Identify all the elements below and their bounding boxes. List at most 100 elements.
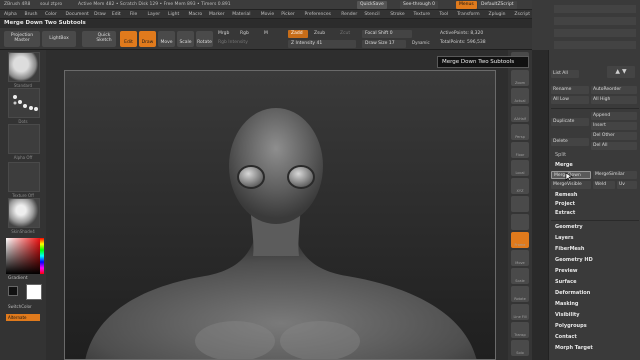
color-picker[interactable] [6,238,40,274]
focal-shift-slider[interactable]: Focal Shift 0 [362,30,412,38]
tool-section-surface[interactable]: Surface [555,279,577,285]
switch-color-button[interactable]: SwitchColor [8,304,32,309]
rotate-button[interactable]: Rotate [196,31,213,47]
viewport-tool-icon[interactable] [511,196,529,212]
project-section[interactable]: Project [555,201,575,207]
tool-section-preview[interactable]: Preview [555,268,578,274]
menu-item-render[interactable]: Render [341,12,357,17]
merge-section[interactable]: Merge [555,162,573,168]
viewport-tool-icon[interactable] [511,214,529,230]
menu-item-preferences[interactable]: Preferences [305,12,331,17]
menu-item-zplugin[interactable]: Zplugin [489,12,506,17]
texture-thumbnail[interactable] [8,162,40,192]
see-through-slider[interactable]: See-through 0 [400,1,438,9]
insert-button[interactable]: Insert [591,122,637,130]
tool-section-fibermesh[interactable]: FiberMesh [555,246,584,252]
default-zscript-button[interactable]: DefaultZScript [478,1,517,9]
extract-section[interactable]: Extract [555,210,575,216]
del-other-button[interactable]: Del Other [591,132,637,140]
draw-size-slider[interactable]: Draw Size 17 [362,40,406,48]
list-all-button[interactable]: List All [551,70,579,78]
rgb-intensity-slider[interactable]: Rgb Intensity [218,40,248,45]
menu-item-stencil[interactable]: Stencil [364,12,379,17]
stroke-thumbnail[interactable] [8,88,40,118]
append-button[interactable]: Append [591,112,637,120]
rgb-button[interactable]: Rgb [240,31,249,36]
divider [551,108,639,109]
z-intensity-slider[interactable]: Z Intensity 41 [288,40,356,48]
menu-item-movie[interactable]: Movie [261,12,274,17]
tool-section-contact[interactable]: Contact [555,334,577,340]
uv-button[interactable]: Uv [617,181,637,189]
zsub-button[interactable]: Zsub [314,31,325,36]
tool-section-layers[interactable]: Layers [555,235,574,241]
m-button[interactable]: M [264,31,268,36]
menu-item-layer[interactable]: Layer [148,12,161,17]
merge-similar-button[interactable]: MergeSimilar [593,171,637,179]
all-low-button[interactable]: All Low [551,96,589,104]
tool-section-deformation[interactable]: Deformation [555,290,590,296]
subtool-slot[interactable] [554,17,636,25]
duplicate-button[interactable]: Duplicate [551,118,589,126]
tool-section-masking[interactable]: Masking [555,301,579,307]
tool-section-polygroups[interactable]: Polygroups [555,323,587,329]
arrow-controls[interactable]: ▲ ▼ [607,66,635,78]
tool-section-visibility[interactable]: Visibility [555,312,580,318]
menu-item-file[interactable]: File [130,12,138,17]
menu-item-picker[interactable]: Picker [281,12,294,17]
menu-item-brush[interactable]: Brush [25,12,38,17]
draw-button[interactable]: Draw [139,31,156,47]
menu-item-draw[interactable]: Draw [94,12,106,17]
zadd-button[interactable]: Zadd [288,30,308,38]
menu-item-alpha[interactable]: Alpha [4,12,17,17]
alpha-thumbnail[interactable] [8,124,40,154]
dynamic-toggle[interactable]: Dynamic [412,40,430,45]
split-section[interactable]: Split [555,152,566,158]
menu-item-marker[interactable]: Marker [209,12,225,17]
lightbox-button[interactable]: LightBox [42,31,76,47]
secondary-color-swatch[interactable] [8,286,18,296]
rename-button[interactable]: Rename [551,86,589,94]
all-high-button[interactable]: All High [591,96,637,104]
zcut-button[interactable]: Zcut [340,31,350,36]
projection-master-button[interactable]: Projection Master [4,31,40,47]
weld-button[interactable]: Weld [593,181,615,189]
gradient-toggle[interactable]: Gradient [8,276,28,281]
subtool-slot[interactable] [554,41,636,49]
menu-item-stroke[interactable]: Stroke [390,12,404,17]
delete-button[interactable]: Delete [551,138,589,146]
menu-item-tool[interactable]: Tool [439,12,448,17]
subtool-slot[interactable] [554,5,636,13]
menu-item-document[interactable]: Document [66,12,89,17]
main-color-swatch[interactable] [26,284,42,300]
subtool-slot[interactable] [554,29,636,37]
menu-item-edit[interactable]: Edit [112,12,121,17]
mrgb-button[interactable]: Mrgb [218,31,229,36]
remesh-section[interactable]: Remesh [555,192,577,198]
alternate-button[interactable]: Alternate [6,314,40,321]
autoreorder-button[interactable]: AutoReorder [591,86,637,94]
scale-button[interactable]: Scale [177,31,194,47]
tool-section-geometry-hd[interactable]: Geometry HD [555,257,593,263]
menu-item-material[interactable]: Material [232,12,250,17]
menu-item-texture[interactable]: Texture [414,12,430,17]
document-canvas[interactable] [64,70,496,360]
tool-section-morph-target[interactable]: Morph Target [555,345,593,351]
hue-slider[interactable] [40,238,44,274]
brush-thumbnail[interactable] [8,52,40,82]
menu-item-color[interactable]: Color [45,12,57,17]
del-all-button[interactable]: Del All [591,142,637,150]
menu-item-light[interactable]: Light [168,12,179,17]
quick-sketch-button[interactable]: Quick Sketch [82,31,116,47]
menus-button[interactable]: Menus [456,1,477,9]
quicksave-button[interactable]: QuickSave [357,1,387,9]
edit-button[interactable]: Edit [120,31,137,47]
move-button[interactable]: Move [158,31,175,47]
menu-item-transform[interactable]: Transform [457,12,479,17]
menu-item-macro[interactable]: Macro [189,12,203,17]
tool-section-geometry[interactable]: Geometry [555,224,583,230]
merge-visible-button[interactable]: MergeVisible [551,181,591,189]
material-thumbnail[interactable] [8,198,40,228]
viewport[interactable] [46,50,508,360]
menu-item-zscript[interactable]: Zscript [514,12,530,17]
